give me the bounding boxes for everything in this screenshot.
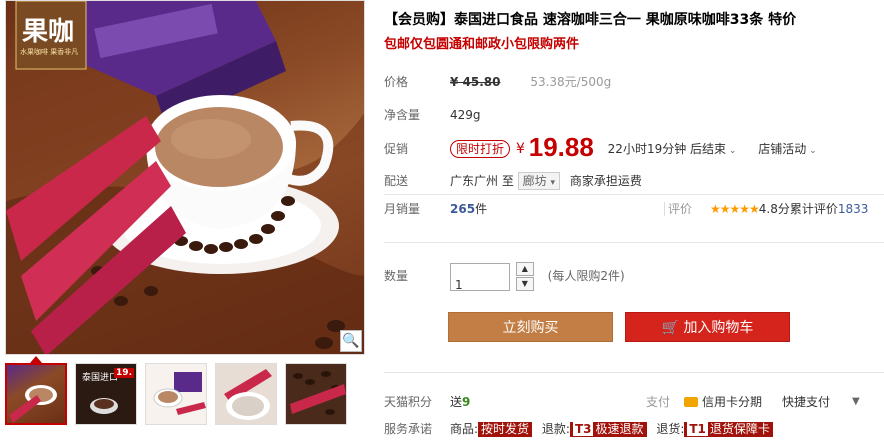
- product-title: 【会员购】泰国进口食品 速溶咖啡三合一 果咖原味咖啡33条 特价: [384, 12, 797, 28]
- points-row: 天猫积分 送9 支付 信用卡分期 快捷支付 ▼: [384, 391, 884, 413]
- thumbnail-5[interactable]: [285, 363, 347, 425]
- price-row: 价格 ¥ 45.80 53.38元/500g: [384, 71, 611, 93]
- service-row: 服务承诺 商品: 按时发货 退款: T3 极速退款 退货: T1 退货保障卡: [384, 418, 884, 440]
- rating-stars-icon: ★★★★★: [710, 202, 760, 216]
- net-weight-value: 429g: [450, 108, 481, 122]
- monthly-sales-unit: 件: [475, 202, 488, 216]
- divider: [664, 202, 665, 216]
- destination-select[interactable]: 廊坊 ▾: [517, 172, 561, 190]
- quantity-input[interactable]: 1: [450, 262, 510, 292]
- return-code: T1: [687, 422, 708, 436]
- brand-logo-text: 果咖: [22, 17, 75, 47]
- payment-label: 支付: [646, 395, 671, 409]
- chevron-down-icon: ▾: [550, 178, 556, 188]
- destination-value: 廊坊: [522, 174, 547, 188]
- quantity-label: 数量: [384, 269, 409, 283]
- original-price: ¥ 45.80: [450, 75, 501, 89]
- refund-label: 退款:: [541, 422, 570, 436]
- net-weight-row: 净含量 429g: [384, 104, 481, 126]
- promo-row: 促销 限时打折 ¥ 19.88 22小时19分钟 后结束 ⌄ 店铺活动 ⌄: [384, 134, 817, 160]
- countdown: 22小时19分钟 后结束: [607, 142, 727, 156]
- purchase-limit: (每人限购2件): [547, 269, 625, 283]
- fast-refund-badge[interactable]: T3 极速退款: [569, 422, 647, 437]
- add-to-cart-button[interactable]: 🛒 加入购物车: [625, 312, 790, 342]
- points-text: 送: [450, 395, 463, 409]
- increment-button[interactable]: ▲: [515, 261, 534, 276]
- buy-now-button[interactable]: 立刻购买: [448, 312, 613, 342]
- credit-card-installment[interactable]: 信用卡分期: [684, 391, 762, 413]
- thumbnail-strip: 泰国进口 19.: [5, 363, 365, 429]
- credit-card-icon: [684, 397, 698, 407]
- thumbnail-price-badge: 19.: [114, 368, 134, 378]
- divider: [384, 242, 884, 243]
- points-value: 9: [462, 395, 471, 409]
- divider: [384, 194, 884, 195]
- countdown-chevron-icon[interactable]: ⌄: [726, 146, 737, 156]
- rating-summary[interactable]: ★★★★★4.8分累计评价1833: [710, 198, 868, 220]
- promo-price: 19.88: [528, 132, 594, 162]
- goods-label: 商品:: [450, 422, 479, 436]
- shipping-from: 广东广州 至: [450, 174, 514, 188]
- thumbnail-3[interactable]: [145, 363, 207, 425]
- on-time-delivery-badge[interactable]: 按时发货: [478, 422, 533, 437]
- service-label: 服务承诺: [384, 422, 433, 436]
- main-product-image[interactable]: 果咖 水果咖啡 果香非凡 🔍: [5, 0, 365, 355]
- shipping-row: 配送 广东广州 至 廊坊 ▾ 商家承担运费: [384, 170, 642, 192]
- credit-card-installment-label: 信用卡分期: [702, 395, 763, 409]
- points-label: 天猫积分: [384, 395, 433, 409]
- refund-tag: 极速退款: [595, 422, 644, 436]
- refund-code: T3: [572, 422, 594, 436]
- promo-label: 促销: [384, 142, 409, 156]
- shipping-label: 配送: [384, 174, 409, 188]
- currency-symbol: ¥: [516, 141, 525, 157]
- add-to-cart-label: 加入购物车: [683, 320, 754, 336]
- monthly-sales-count: 265: [450, 202, 476, 216]
- store-activity-link[interactable]: 店铺活动: [758, 142, 806, 156]
- total-reviews-label: 累计评价: [789, 202, 838, 216]
- thumbnail-indicator: [30, 356, 42, 363]
- quantity-row: 数量 1 ▲ ▼ (每人限购2件): [384, 260, 625, 292]
- zoom-icon[interactable]: 🔍: [340, 330, 362, 352]
- quantity-stepper: ▲ ▼: [515, 261, 534, 292]
- brand-tagline: 水果咖啡 果香非凡: [20, 48, 79, 56]
- rating-value: 4.8分: [758, 202, 790, 216]
- total-reviews-count: 1833: [837, 202, 869, 216]
- return-label: 退货:: [656, 422, 685, 436]
- return-guarantee-badge[interactable]: T1 退货保障卡: [684, 422, 773, 437]
- thumbnail-2[interactable]: 泰国进口 19.: [75, 363, 137, 425]
- price-label: 价格: [384, 75, 409, 89]
- thumbnail-1[interactable]: [5, 363, 67, 425]
- thumbnail-4[interactable]: [215, 363, 277, 425]
- net-weight-label: 净含量: [384, 108, 421, 122]
- chevron-down-icon[interactable]: ▼: [852, 391, 860, 413]
- review-label: 评价: [668, 202, 693, 216]
- unit-price: 53.38元/500g: [530, 75, 612, 89]
- monthly-sales-label: 月销量: [384, 202, 421, 216]
- thumbnail-caption: 泰国进口: [82, 373, 119, 383]
- store-activity-chevron-icon[interactable]: ⌄: [806, 146, 817, 156]
- return-tag: 退货保障卡: [709, 422, 770, 436]
- product-subtitle: 包邮仅包圆通和邮政小包限购两件: [384, 37, 580, 52]
- cart-icon: 🛒: [661, 320, 679, 336]
- promo-tag: 限时打折: [450, 140, 511, 158]
- shipping-note: 商家承担运费: [569, 174, 642, 188]
- divider: [384, 372, 884, 373]
- decrement-button[interactable]: ▼: [515, 276, 534, 291]
- quick-pay-label[interactable]: 快捷支付: [782, 391, 830, 413]
- sales-row: 月销量 265件 评价 ★★★★★4.8分累计评价1833: [384, 198, 884, 220]
